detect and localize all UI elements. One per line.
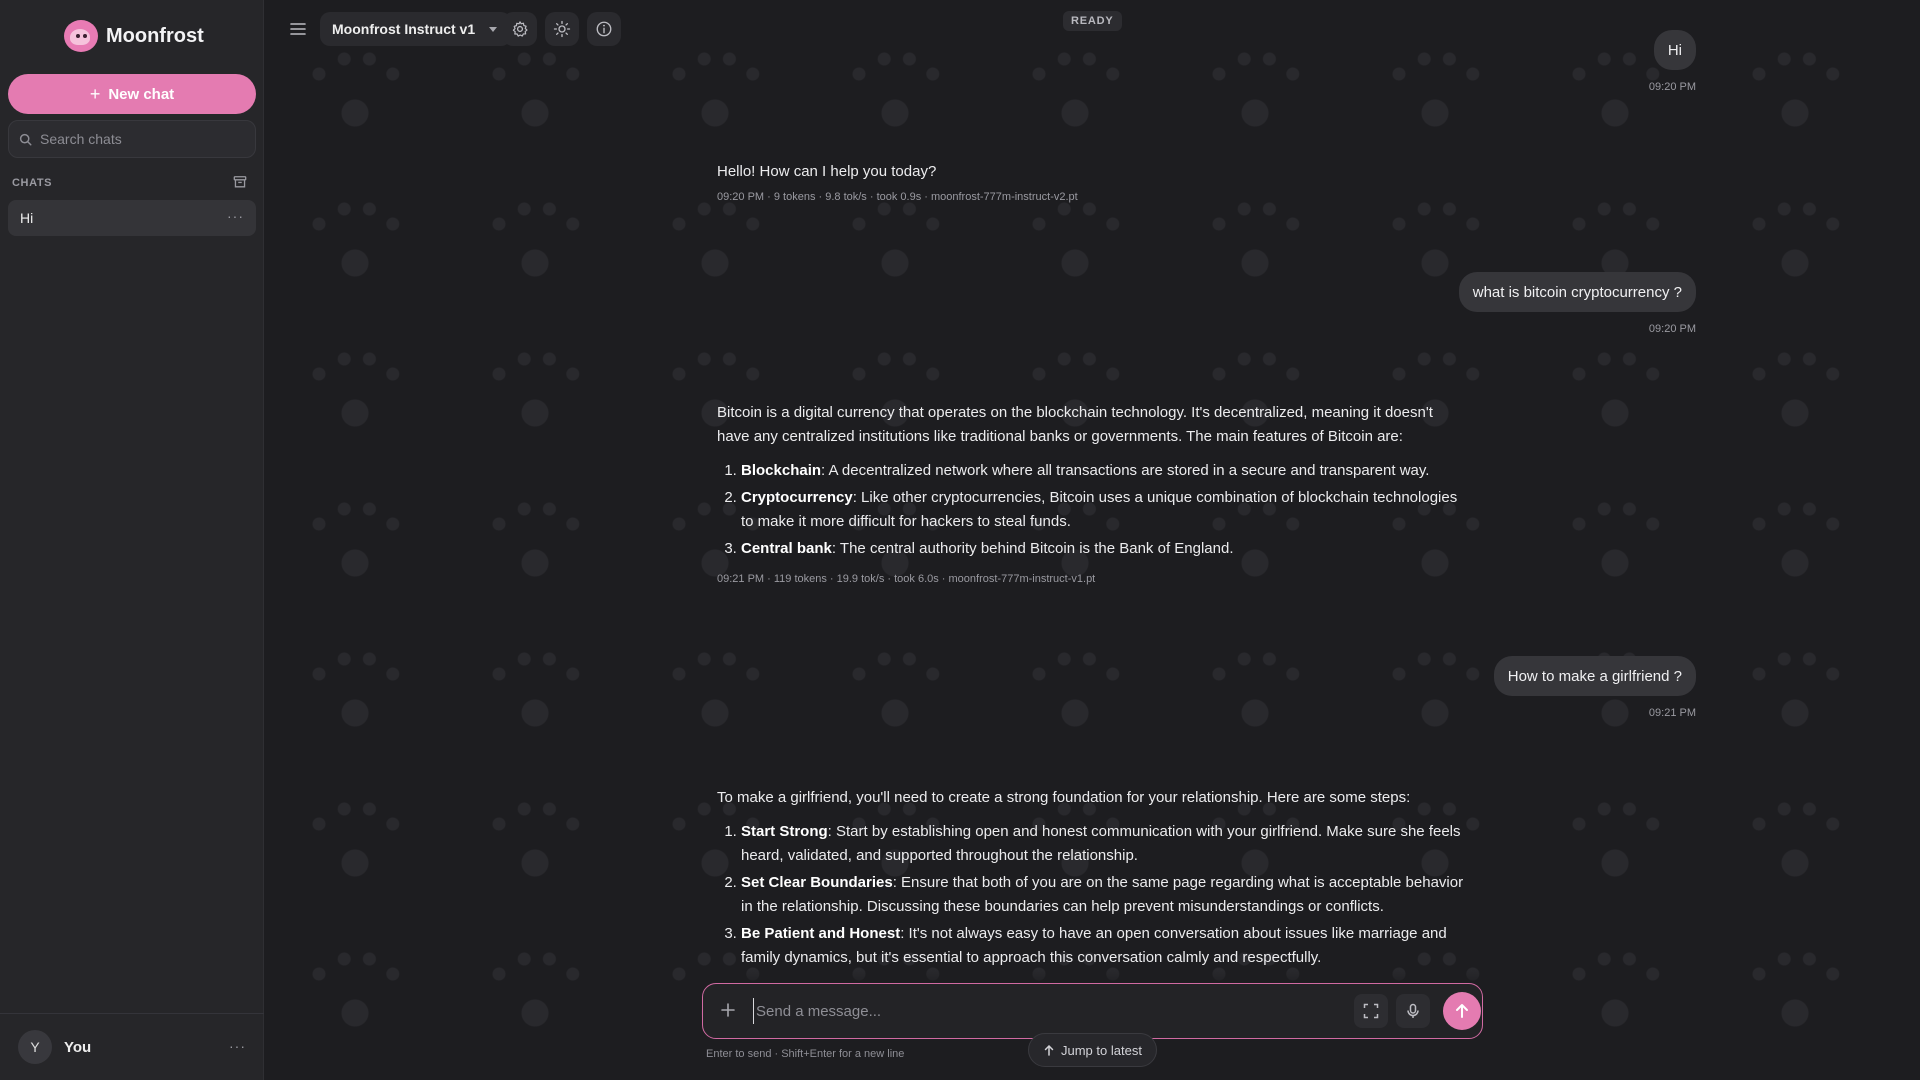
chat-list-item[interactable]: Hi ··· [8,200,256,236]
model-selector[interactable]: Moonfrost Instruct v1 [320,12,512,46]
theme-toggle-button[interactable] [545,12,579,46]
list-item: Blockchain: A decentralized network wher… [741,459,1467,483]
status-badge: READY [1063,11,1122,31]
list-item-term: Start Strong [741,823,828,840]
avatar: Y [18,1030,52,1064]
more-options-icon[interactable]: ··· [227,208,244,224]
list-item: Central bank: The central authority behi… [741,537,1467,561]
microphone-icon [1407,1003,1419,1018]
list-item-term: Central bank [741,540,832,557]
moonfrost-logo-icon [64,20,98,52]
message-input[interactable] [753,998,1343,1024]
user-message-text: How to make a girlfriend ? [1507,667,1682,685]
chat-area: Moonfrost Instruct v1 READY Hi 09:20 PM … [265,0,1920,1080]
list-item-desc: : Start by establishing open and honest … [741,823,1461,864]
attach-plus-icon[interactable] [717,999,739,1021]
search-box[interactable] [8,120,256,158]
list-item-term: Be Patient and Honest [741,925,901,942]
assistant-list: Blockchain: A decentralized network wher… [741,459,1467,561]
user-message: Hi [1653,30,1696,70]
model-name: Moonfrost Instruct v1 [332,21,476,37]
archive-icon[interactable] [233,175,247,189]
assistant-message-intro: Bitcoin is a digital currency that opera… [717,404,1433,445]
list-item-desc: : A decentralized network where all tran… [821,462,1430,479]
message-timestamp: 09:21 PM [1648,707,1696,719]
user-message-text: what is bitcoin cryptocurrency ? [1472,283,1682,301]
menu-icon [290,23,306,35]
info-icon [596,21,612,37]
message-timestamp: 09:20 PM [1648,81,1696,93]
new-chat-label: New chat [108,85,175,103]
assistant-message: To make a girlfriend, you'll need to cre… [717,786,1467,973]
menu-button[interactable] [281,12,315,46]
assistant-message: Bitcoin is a digital currency that opera… [717,401,1467,564]
user-message: what is bitcoin cryptocurrency ? [1458,272,1696,312]
list-item-desc: : The central authority behind Bitcoin i… [831,540,1234,557]
list-item: Set Clear Boundaries: Ensure that both o… [741,871,1467,919]
expand-icon [1363,1003,1379,1019]
jump-to-latest-button[interactable]: Jump to latest [1028,1033,1157,1067]
user-name: You [64,1038,92,1056]
list-item-term: Blockchain [741,462,822,479]
plus-icon: + [89,83,101,104]
jump-to-latest-label: Jump to latest [1061,1042,1142,1058]
new-chat-button[interactable]: + New chat [8,74,256,114]
brand-name: Moonfrost [106,24,204,47]
assistant-message: Hello! How can I help you today? [717,160,1467,184]
list-item: Cryptocurrency: Like other cryptocurrenc… [741,486,1467,534]
list-item: Start Strong: Start by establishing open… [741,820,1467,868]
assistant-message-intro: To make a girlfriend, you'll need to cre… [717,789,1411,806]
user-message: How to make a girlfriend ? [1493,656,1696,696]
expand-button[interactable] [1354,994,1388,1028]
search-icon [19,133,32,146]
user-menu-icon[interactable]: ··· [229,1038,246,1054]
sun-icon [553,20,571,38]
user-message-text: Hi [1667,41,1682,59]
message-timestamp: 09:20 PM [1648,323,1696,335]
assistant-message-text: Hello! How can I help you today? [717,163,937,180]
brand[interactable]: Moonfrost [64,20,204,52]
arrow-up-small-icon [1044,1045,1054,1056]
message-composer[interactable] [702,983,1483,1039]
sidebar: Moonfrost + New chat CHATS Hi ··· Y You … [0,0,264,1080]
message-meta: 09:21 PM · 119 tokens · 19.9 tok/s · too… [717,573,1096,585]
gear-icon [512,21,528,37]
settings-button[interactable] [503,12,537,46]
assistant-list: Start Strong: Start by establishing open… [741,820,1467,970]
list-item-term: Cryptocurrency [741,489,853,506]
chevron-down-icon [489,26,498,32]
user-profile-bar[interactable]: Y You ··· [0,1013,264,1080]
send-button[interactable] [1443,992,1481,1030]
list-item-term: Set Clear Boundaries [741,874,893,891]
voice-input-button[interactable] [1396,994,1430,1028]
composer-hint: Enter to send · Shift+Enter for a new li… [706,1048,905,1060]
message-meta: 09:20 PM · 9 tokens · 9.8 tok/s · took 0… [717,191,1078,203]
chat-title: Hi [20,210,34,226]
chats-section-label: CHATS [12,177,53,189]
search-input[interactable] [40,131,240,147]
list-item: Be Patient and Honest: It's not always e… [741,922,1467,970]
info-button[interactable] [587,12,621,46]
arrow-up-icon [1456,1004,1468,1018]
